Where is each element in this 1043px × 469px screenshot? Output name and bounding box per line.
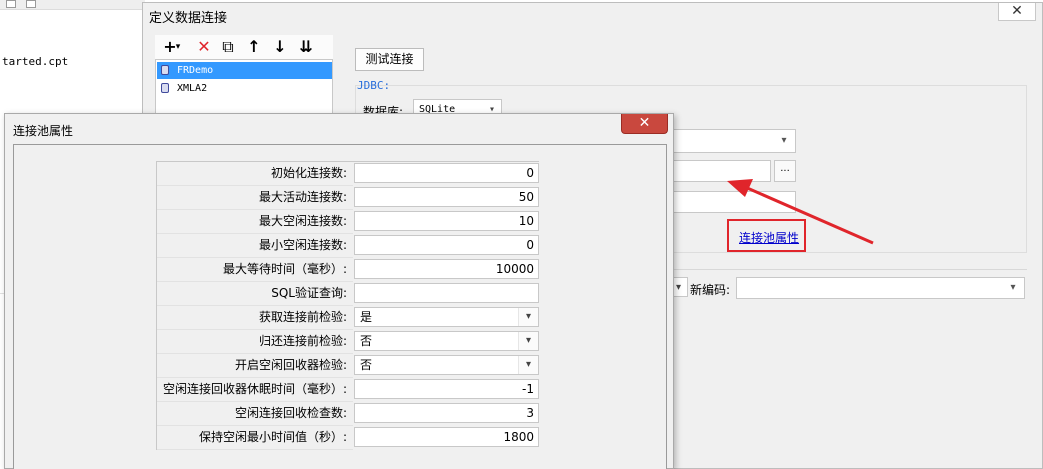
chevron-down-icon: ▾ — [518, 308, 538, 326]
jdbc-label: JDBC: — [357, 79, 391, 92]
table-row: 最大活动连接数: 50 — [157, 186, 539, 210]
table-row: 归还连接前检验: 否 ▾ — [157, 330, 539, 354]
move-down-icon[interactable]: ↓ — [269, 37, 291, 57]
chevron-down-icon: ▾ — [1010, 282, 1016, 293]
property-label: 空闲连接回收检查数: — [157, 402, 353, 426]
annotation-arrow-icon — [727, 179, 874, 245]
chevron-down-icon[interactable]: ▾ — [173, 37, 183, 57]
property-input[interactable]: 10 — [354, 211, 539, 231]
property-input[interactable]: 50 — [354, 187, 539, 207]
property-input[interactable]: -1 — [354, 379, 539, 399]
property-select[interactable]: 否 ▾ — [354, 331, 539, 351]
chevron-down-icon: ▾ — [781, 135, 787, 146]
property-value: 3 — [526, 406, 534, 420]
table-row: 最小空闲连接数: 0 — [157, 234, 539, 258]
dialog-title: 定义数据连接 — [149, 11, 228, 26]
pool-properties-panel: 初始化连接数: 0 最大活动连接数: 50 最大空闲连接数: 10 最小空闲连接数: 0 最大等… — [13, 144, 667, 469]
connection-toolbar: + ▾ ✕ ⧉ ↑ ↓ ⇊ — [155, 35, 333, 59]
property-label: SQL验证查询: — [157, 282, 353, 306]
list-item[interactable]: XMLA2 — [157, 80, 332, 97]
list-item[interactable]: FRDemo — [157, 62, 332, 79]
property-value: 0 — [526, 166, 534, 180]
property-select[interactable]: 否 ▾ — [354, 355, 539, 375]
property-value: 10 — [518, 214, 534, 228]
driver-select[interactable]: ▾ — [673, 129, 796, 153]
new-encoding-label: 新编码: — [690, 283, 731, 297]
property-input[interactable]: 0 — [354, 235, 539, 255]
property-input[interactable]: 3 — [354, 403, 539, 423]
property-value: 是 — [360, 310, 373, 324]
background-icon — [26, 0, 36, 8]
copy-icon[interactable]: ⧉ — [217, 37, 239, 57]
property-value: -1 — [522, 382, 534, 396]
database-icon — [161, 83, 169, 93]
delete-icon[interactable]: ✕ — [193, 37, 215, 57]
property-input[interactable]: 1800 — [354, 427, 539, 447]
table-row: 最大等待时间（毫秒）: 10000 — [157, 258, 539, 282]
property-label: 最大等待时间（毫秒）: — [157, 258, 353, 282]
property-value: 否 — [360, 334, 373, 348]
table-row: 获取连接前检验: 是 ▾ — [157, 306, 539, 330]
property-select[interactable]: 是 ▾ — [354, 307, 539, 327]
table-row: 最大空闲连接数: 10 — [157, 210, 539, 234]
property-label: 开启空闲回收器检验: — [157, 354, 353, 378]
property-label: 保持空闲最小时间值（秒）: — [157, 426, 353, 450]
property-label: 空闲连接回收器休眠时间（毫秒）: — [157, 378, 353, 402]
property-label: 初始化连接数: — [157, 162, 353, 186]
property-label: 最大活动连接数: — [157, 186, 353, 210]
table-row: 初始化连接数: 0 — [157, 162, 539, 186]
property-label: 最大空闲连接数: — [157, 210, 353, 234]
dialog-title: 连接池属性 — [13, 124, 74, 138]
pool-properties-dialog: 连接池属性 ✕ 初始化连接数: 0 最大活动连接数: 50 最大空闲连接数: 10 最小空闲… — [4, 113, 674, 469]
background-file-name[interactable]: tarted.cpt — [2, 55, 68, 68]
property-label: 归还连接前检验: — [157, 330, 353, 354]
close-button[interactable]: ✕ — [998, 3, 1036, 21]
property-value: 50 — [518, 190, 534, 204]
database-icon — [161, 65, 169, 75]
new-encoding-select[interactable]: ▾ — [736, 277, 1025, 299]
table-row: 空闲连接回收检查数: 3 — [157, 402, 539, 426]
background-toolbar — [0, 0, 145, 10]
property-value: 10000 — [495, 262, 534, 276]
move-up-icon[interactable]: ↑ — [243, 37, 265, 57]
property-value: 1800 — [503, 430, 534, 444]
test-connection-button[interactable]: 测试连接 — [355, 48, 424, 71]
connection-name: FRDemo — [177, 65, 214, 76]
property-input[interactable]: 10000 — [354, 259, 539, 279]
connection-name: XMLA2 — [177, 83, 208, 94]
property-label: 最小空闲连接数: — [157, 234, 353, 258]
table-row: 保持空闲最小时间值（秒）: 1800 — [157, 426, 539, 450]
table-row: 空闲连接回收器休眠时间（毫秒）: -1 — [157, 378, 539, 402]
property-value: 否 — [360, 358, 373, 372]
sort-icon[interactable]: ⇊ — [295, 37, 317, 57]
table-row: SQL验证查询: — [157, 282, 539, 306]
property-value: 0 — [526, 238, 534, 252]
background-icon — [6, 0, 16, 8]
chevron-down-icon: ▾ — [518, 332, 538, 350]
close-button[interactable]: ✕ — [621, 114, 668, 134]
table-row: 开启空闲回收器检验: 否 ▾ — [157, 354, 539, 378]
property-label: 获取连接前检验: — [157, 306, 353, 330]
property-input[interactable] — [354, 283, 539, 303]
property-input[interactable]: 0 — [354, 163, 539, 183]
properties-table: 初始化连接数: 0 最大活动连接数: 50 最大空闲连接数: 10 最小空闲连接数: 0 最大等… — [156, 161, 539, 450]
chevron-down-icon: ▾ — [518, 356, 538, 374]
